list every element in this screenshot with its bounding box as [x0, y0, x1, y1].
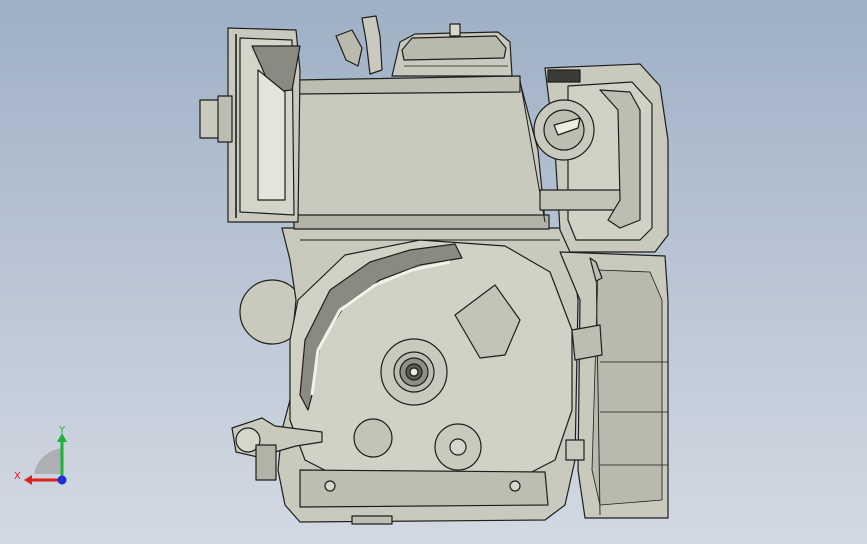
side-fitting-lower [565, 439, 585, 461]
shaft-stub-hub [217, 95, 233, 143]
lower-boss-right-inner [449, 438, 467, 456]
top-pipe-elbow [335, 29, 363, 67]
fan-housing-inner [257, 69, 286, 201]
block-top-band [295, 75, 521, 95]
x-axis-label: X [14, 471, 21, 482]
air-cleaner-tab [547, 69, 581, 83]
right-side-housing-shade [591, 269, 663, 506]
z-axis-dot [57, 475, 67, 485]
cylinder-block [295, 81, 546, 227]
triad-plane-arc [34, 448, 62, 474]
shaft-center [409, 367, 419, 377]
tank-neck [449, 23, 461, 37]
side-bracket [571, 324, 603, 361]
block-ledge [293, 214, 550, 230]
bottom-tab [351, 515, 393, 525]
bottom-bolt-2 [509, 480, 521, 492]
top-pipe [361, 15, 383, 75]
engine-model-3d-view[interactable] [0, 0, 867, 544]
coordinate-triad: X Y [14, 425, 67, 485]
graphics-viewport[interactable]: X Y [0, 0, 867, 544]
bottom-bolt-1 [324, 480, 336, 492]
lower-boss-left [353, 418, 393, 458]
x-axis-arrow [24, 475, 32, 485]
y-axis-label: Y [58, 425, 66, 436]
tank-cap-dome [401, 35, 507, 61]
drain-bracket [255, 444, 277, 481]
